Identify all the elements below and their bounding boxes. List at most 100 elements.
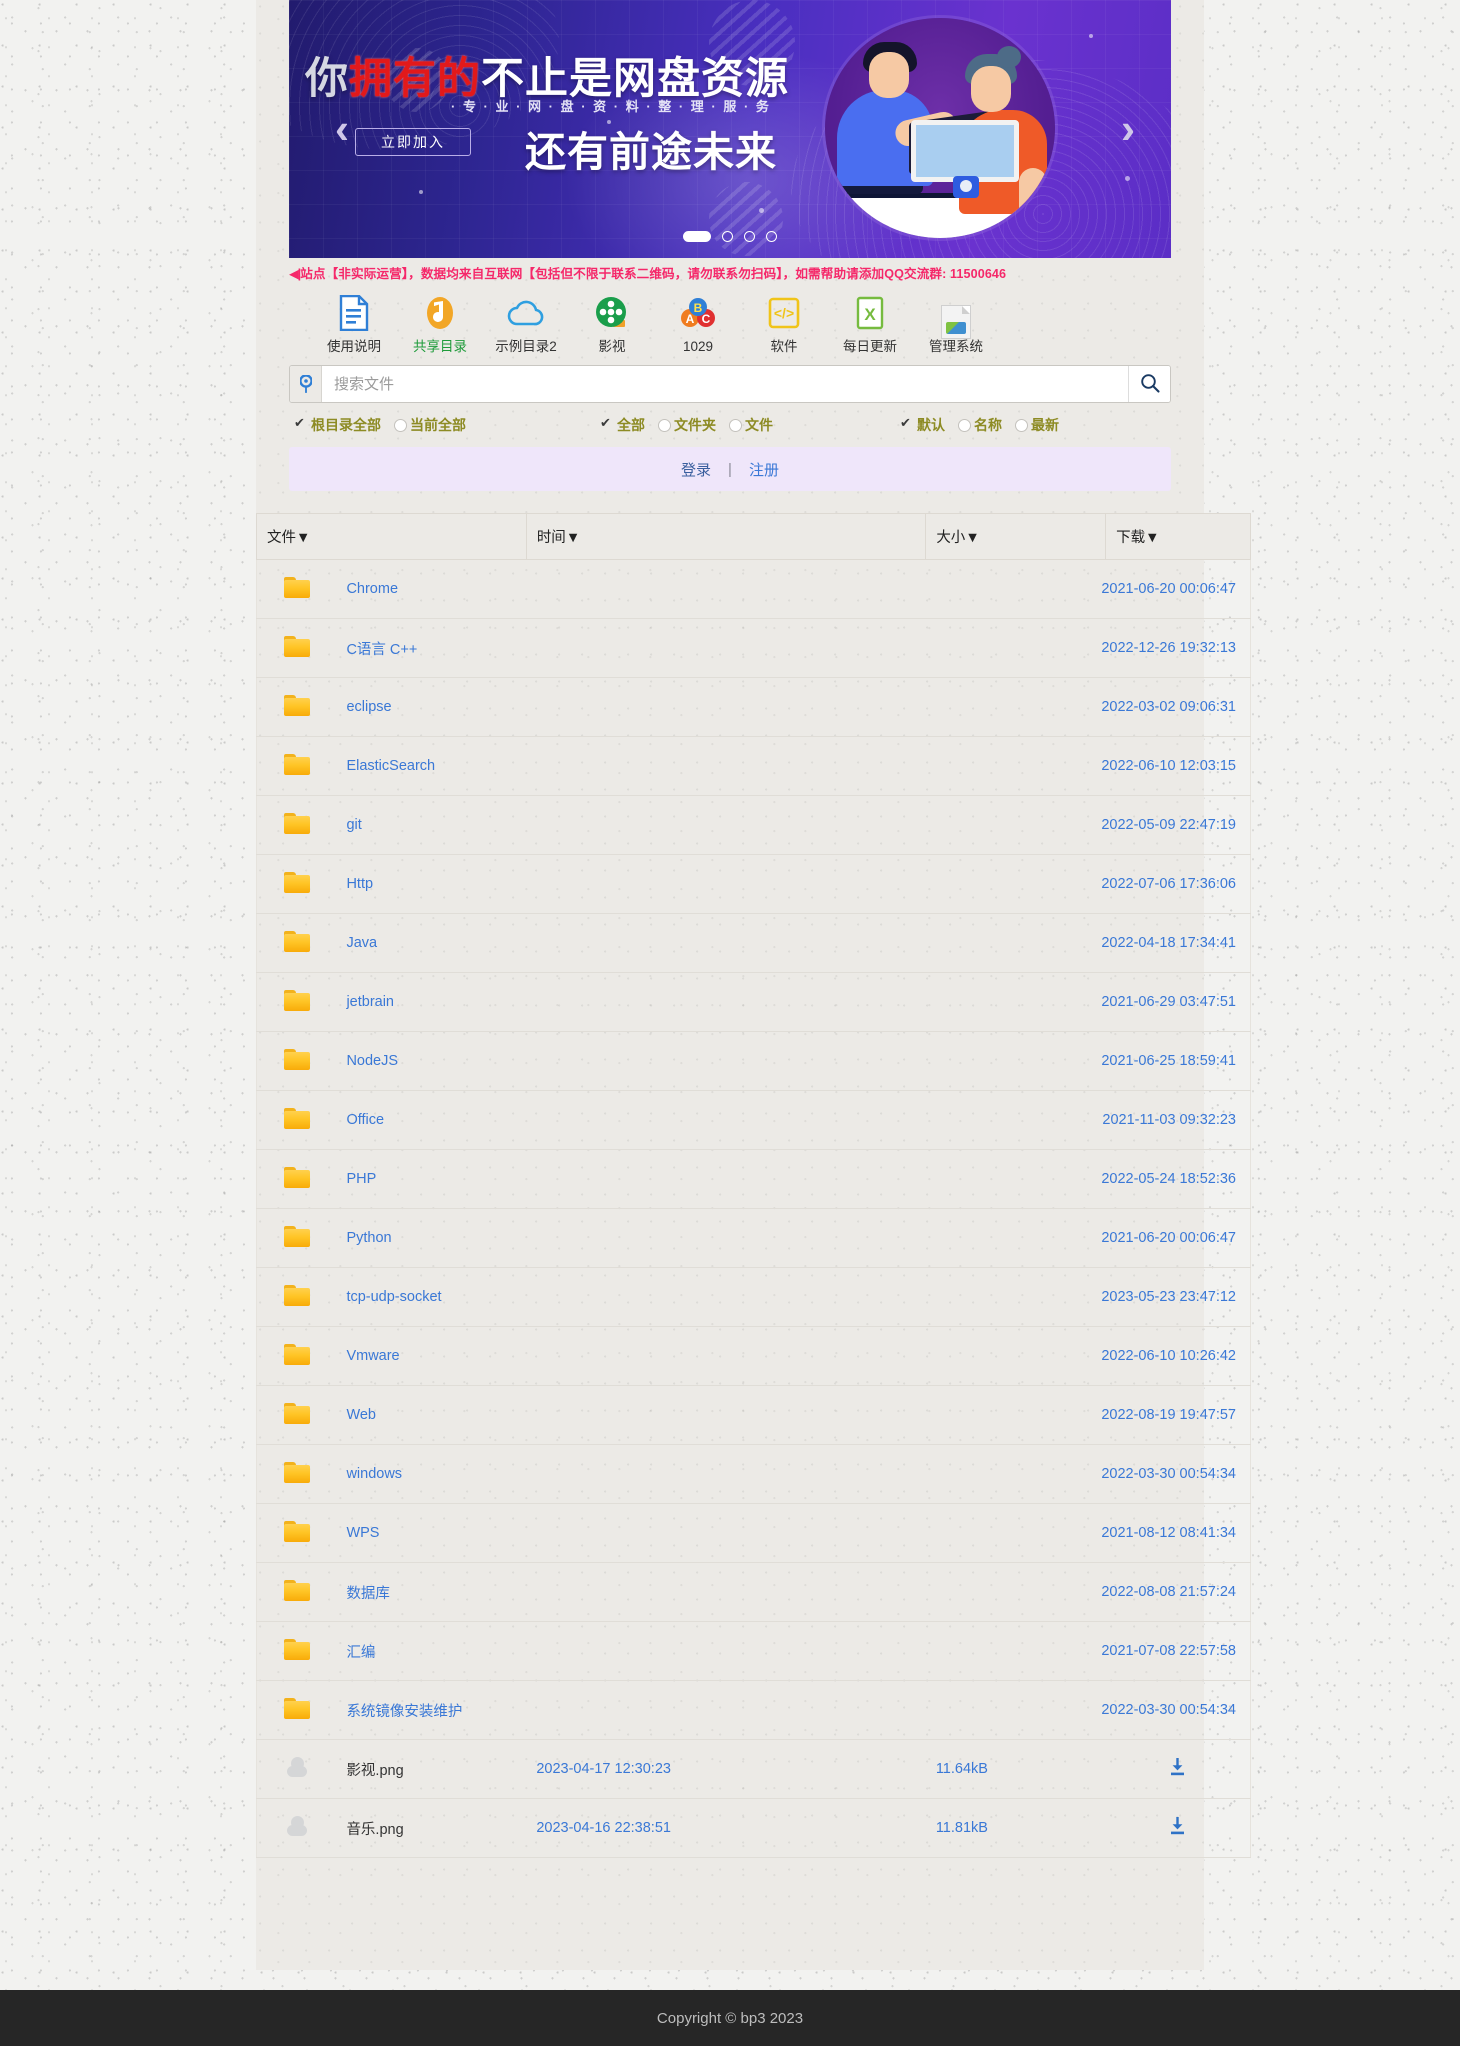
file-name-cell[interactable]: NodeJS (336, 1032, 526, 1091)
file-name-cell[interactable]: tcp-udp-socket (336, 1268, 526, 1327)
download-cell[interactable] (1106, 1740, 1251, 1799)
file-name-link[interactable]: git (346, 817, 361, 833)
table-row[interactable]: NodeJS2021-06-25 18:59:41 (257, 1032, 1251, 1091)
file-name-link[interactable]: Http (346, 876, 373, 892)
file-name-link[interactable]: 影视.png (346, 1763, 403, 1779)
table-row[interactable]: Vmware2022-06-10 10:26:42 (257, 1327, 1251, 1386)
table-row[interactable]: jetbrain2021-06-29 03:47:51 (257, 973, 1251, 1032)
sort-caret-icon[interactable]: ▼ (296, 530, 310, 546)
file-name-cell[interactable]: Java (336, 914, 526, 973)
column-header-file[interactable]: 文件▼ (257, 514, 527, 560)
table-row[interactable]: Http2022-07-06 17:36:06 (257, 855, 1251, 914)
table-row[interactable]: 音乐.png2023-04-16 22:38:5111.81kB (257, 1799, 1251, 1858)
file-name-cell[interactable]: ElasticSearch (336, 737, 526, 796)
file-name-link[interactable]: windows (346, 1466, 402, 1482)
nav-item-software[interactable]: </> 软件 (741, 290, 827, 355)
nav-item-shared-directory[interactable]: 共享目录 (397, 290, 483, 355)
nav-item-sample-directory-2[interactable]: 示例目录2 (483, 290, 569, 355)
file-name-cell[interactable]: Chrome (336, 560, 526, 619)
filter-option-all[interactable]: 全部 (601, 415, 645, 435)
login-link[interactable]: 登录 (681, 459, 711, 480)
file-name-cell[interactable]: C语言 C++ (336, 619, 526, 678)
table-row[interactable]: git2022-05-09 22:47:19 (257, 796, 1251, 855)
file-name-link[interactable]: Office (346, 1112, 384, 1128)
radio-checked-icon[interactable] (295, 419, 308, 432)
file-name-cell[interactable]: eclipse (336, 678, 526, 737)
file-name-cell[interactable]: windows (336, 1445, 526, 1504)
table-row[interactable]: 影视.png2023-04-17 12:30:2311.64kB (257, 1740, 1251, 1799)
banner-dot-indicator-1[interactable] (683, 231, 711, 242)
file-name-link[interactable]: tcp-udp-socket (346, 1289, 441, 1305)
banner-prev-arrow-icon[interactable]: ‹ (335, 108, 349, 150)
file-name-link[interactable]: 汇编 (346, 1645, 375, 1661)
radio-checked-icon[interactable] (901, 419, 914, 432)
download-cell[interactable] (1106, 1799, 1251, 1858)
sort-caret-icon[interactable]: ▼ (965, 530, 979, 546)
table-row[interactable]: windows2022-03-30 00:54:34 (257, 1445, 1251, 1504)
table-row[interactable]: 数据库2022-08-08 21:57:24 (257, 1563, 1251, 1622)
file-name-cell[interactable]: 数据库 (336, 1563, 526, 1622)
table-row[interactable]: eclipse2022-03-02 09:06:31 (257, 678, 1251, 737)
table-row[interactable]: 系统镜像安装维护2022-03-30 00:54:34 (257, 1681, 1251, 1740)
radio-checked-icon[interactable] (601, 419, 614, 432)
column-header-size[interactable]: 大小▼ (926, 514, 1106, 560)
table-row[interactable]: Chrome2021-06-20 00:06:47 (257, 560, 1251, 619)
banner-dot-indicator-4[interactable] (766, 231, 777, 242)
sort-caret-icon[interactable]: ▼ (566, 530, 580, 546)
filter-option-folders[interactable]: 文件夹 (658, 415, 716, 435)
banner-cta-button[interactable]: 立即加入 (355, 128, 471, 156)
file-name-link[interactable]: Vmware (346, 1348, 399, 1364)
column-header-download[interactable]: 下载▼ (1106, 514, 1251, 560)
nav-item-daily-update[interactable]: X 每日更新 (827, 290, 913, 355)
filter-option-name[interactable]: 名称 (958, 415, 1002, 435)
search-button[interactable] (1128, 366, 1170, 402)
file-name-cell[interactable]: 系统镜像安装维护 (336, 1681, 526, 1740)
file-name-cell[interactable]: WPS (336, 1504, 526, 1563)
file-name-link[interactable]: jetbrain (346, 994, 394, 1010)
file-name-link[interactable]: Python (346, 1230, 391, 1246)
table-row[interactable]: Java2022-04-18 17:34:41 (257, 914, 1251, 973)
file-name-cell[interactable]: Office (336, 1091, 526, 1150)
file-name-link[interactable]: PHP (346, 1171, 376, 1187)
download-icon[interactable] (1169, 1817, 1186, 1839)
table-row[interactable]: ElasticSearch2022-06-10 12:03:15 (257, 737, 1251, 796)
banner-dot-indicator-2[interactable] (722, 231, 733, 242)
search-input[interactable] (322, 366, 1128, 402)
file-name-cell[interactable]: 音乐.png (336, 1799, 526, 1858)
filter-option-current-all[interactable]: 当前全部 (394, 415, 466, 435)
filter-option-newest[interactable]: 最新 (1015, 415, 1059, 435)
file-name-cell[interactable]: Python (336, 1209, 526, 1268)
file-name-link[interactable]: WPS (346, 1525, 379, 1541)
filter-option-default[interactable]: 默认 (901, 415, 945, 435)
table-row[interactable]: Office2021-11-03 09:32:23 (257, 1091, 1251, 1150)
file-name-link[interactable]: 音乐.png (346, 1822, 403, 1838)
filter-option-root-all[interactable]: 根目录全部 (295, 415, 381, 435)
table-row[interactable]: tcp-udp-socket2023-05-23 23:47:12 (257, 1268, 1251, 1327)
sort-caret-icon[interactable]: ▼ (1145, 530, 1159, 546)
table-row[interactable]: Python2021-06-20 00:06:47 (257, 1209, 1251, 1268)
table-row[interactable]: 汇编2021-07-08 22:57:58 (257, 1622, 1251, 1681)
register-link[interactable]: 注册 (749, 459, 779, 480)
file-name-link[interactable]: Web (346, 1407, 376, 1423)
table-row[interactable]: Web2022-08-19 19:47:57 (257, 1386, 1251, 1445)
file-name-link[interactable]: C语言 C++ (346, 642, 417, 658)
file-name-cell[interactable]: Http (336, 855, 526, 914)
file-name-cell[interactable]: Vmware (336, 1327, 526, 1386)
filter-option-files[interactable]: 文件 (729, 415, 773, 435)
banner-dot-indicator-3[interactable] (744, 231, 755, 242)
nav-item-1029[interactable]: A C B 1029 (655, 290, 741, 355)
banner-next-arrow-icon[interactable]: › (1121, 108, 1135, 150)
column-header-time[interactable]: 时间▼ (526, 514, 926, 560)
radio-icon[interactable] (658, 419, 671, 432)
table-row[interactable]: PHP2022-05-24 18:52:36 (257, 1150, 1251, 1209)
file-name-link[interactable]: 数据库 (346, 1586, 390, 1602)
file-name-link[interactable]: Chrome (346, 581, 398, 597)
nav-item-film[interactable]: 影视 (569, 290, 655, 355)
file-name-link[interactable]: Java (346, 935, 377, 951)
file-name-cell[interactable]: git (336, 796, 526, 855)
download-icon[interactable] (1169, 1758, 1186, 1780)
radio-icon[interactable] (394, 419, 407, 432)
hero-banner[interactable]: 你拥有的不止是网盘资源 · 专 · 业 · 网 · 盘 · 资 · 料 · 整 … (289, 0, 1171, 258)
radio-icon[interactable] (729, 419, 742, 432)
nav-item-management-system[interactable]: 管理系统 (913, 305, 999, 355)
